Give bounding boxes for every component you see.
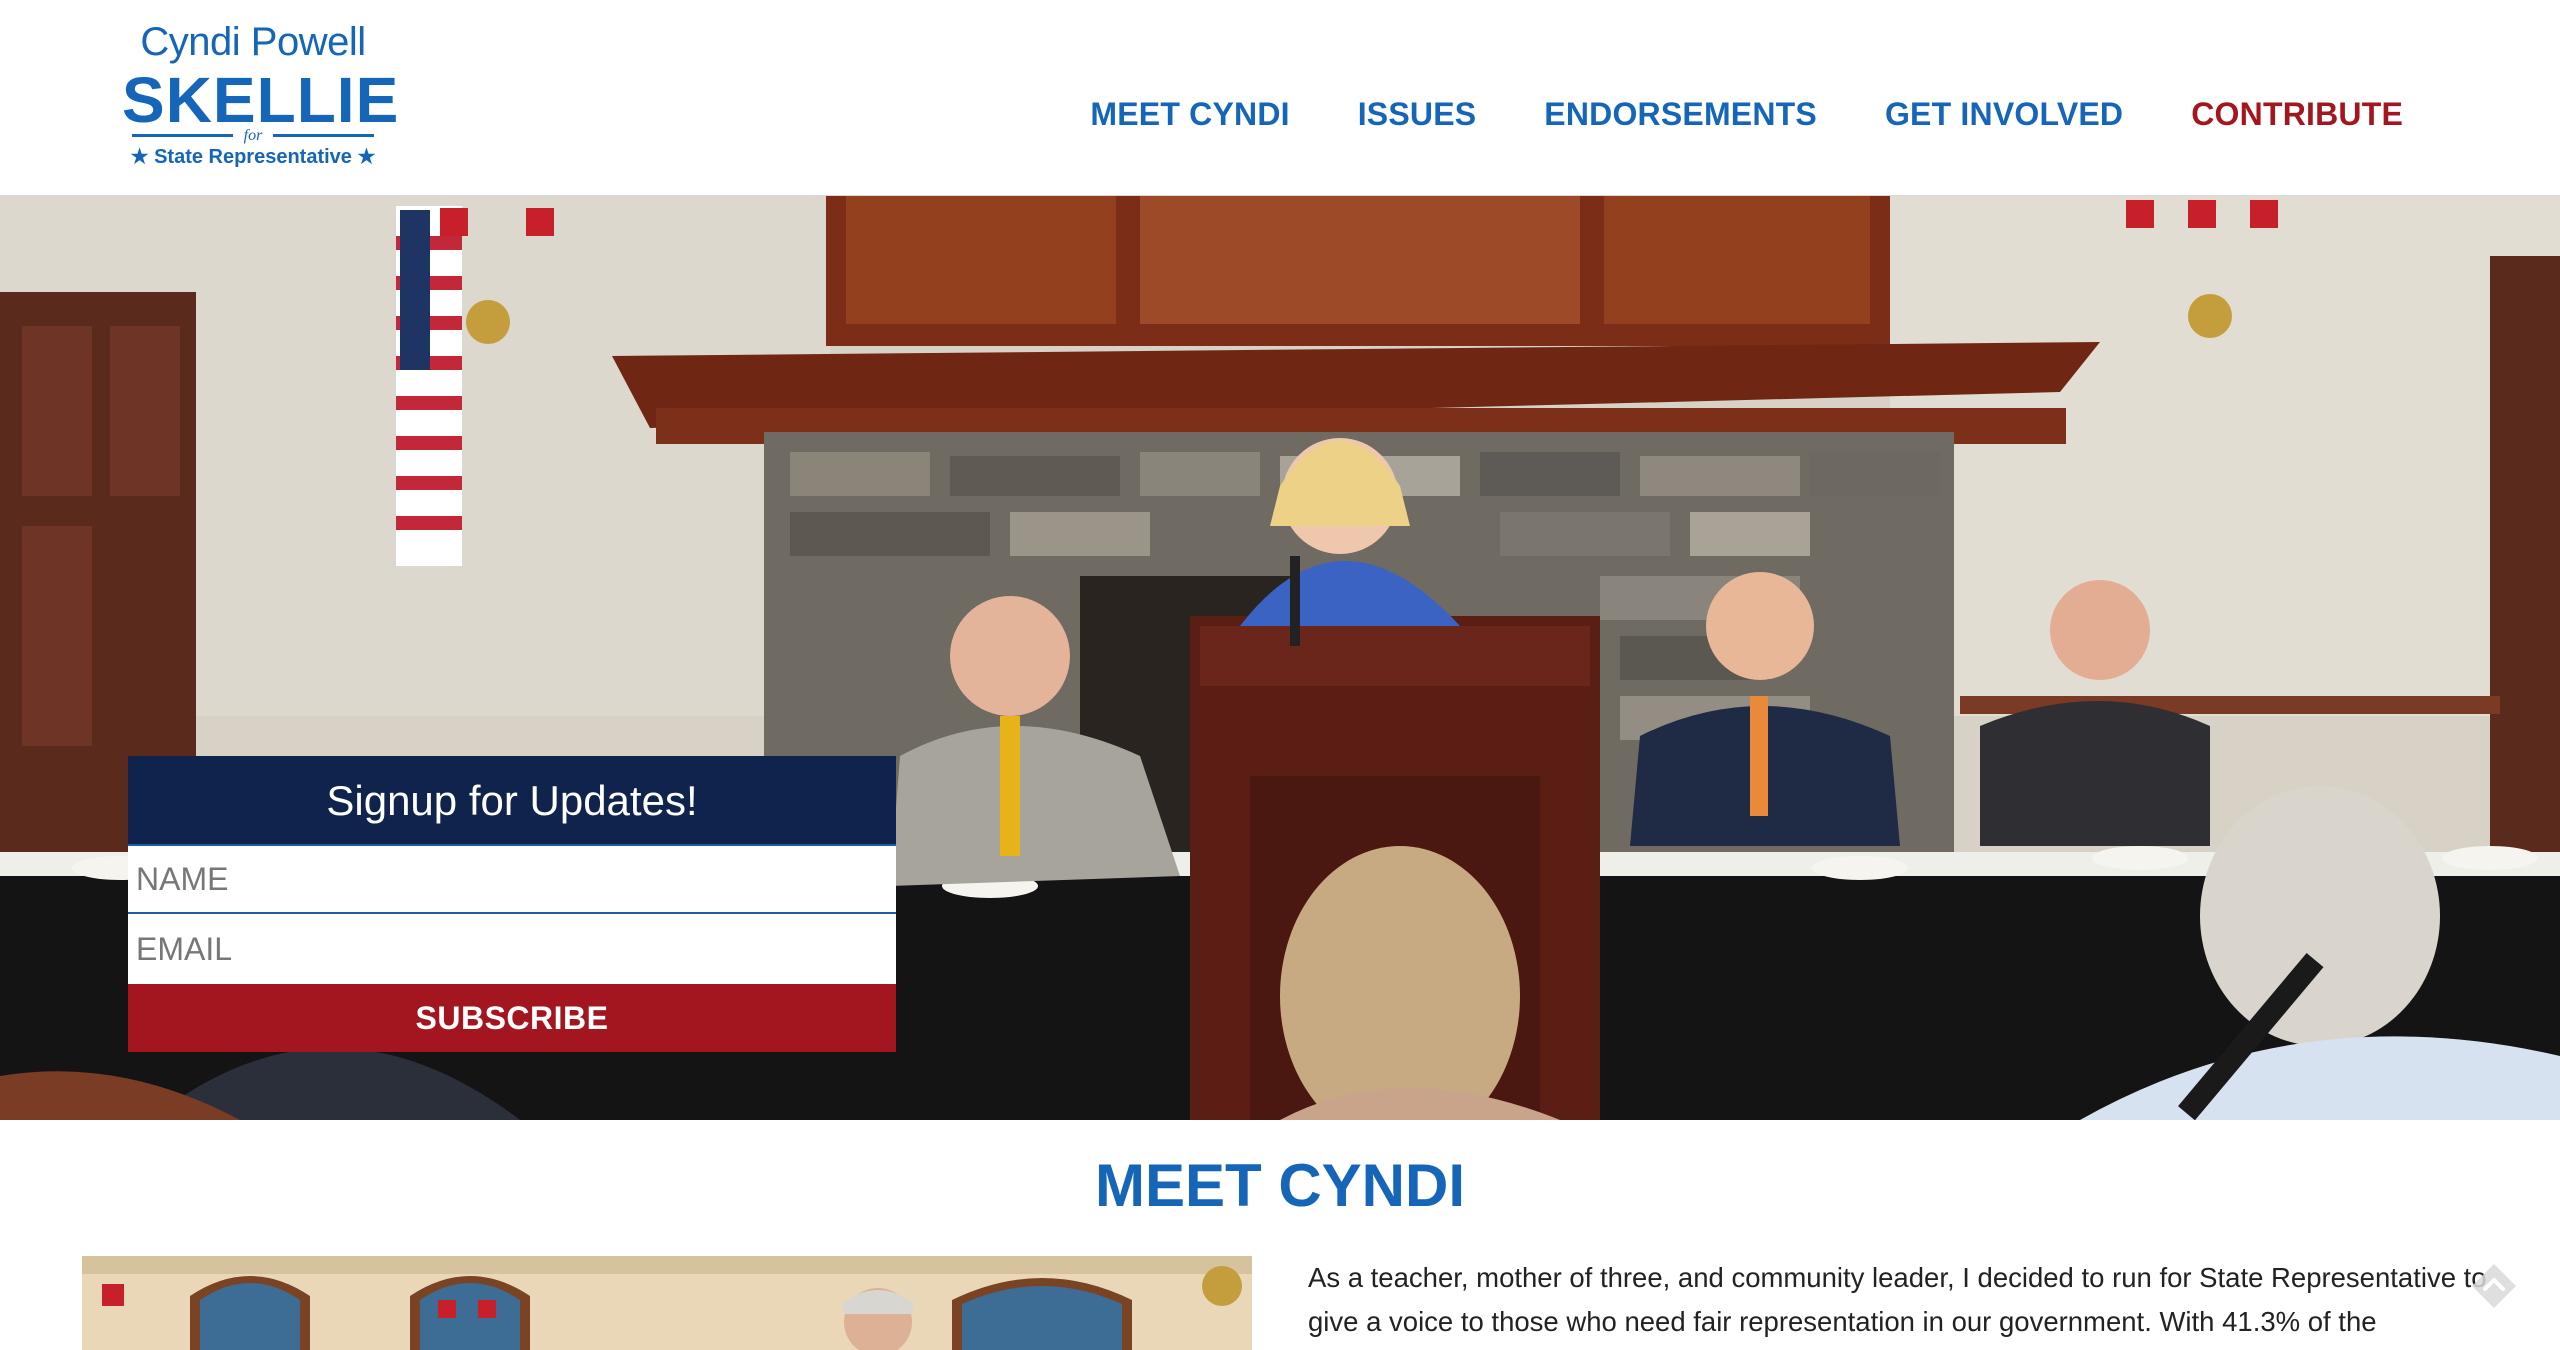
main-nav: MEET CYNDI ISSUES ENDORSEMENTS GET INVOL… [1022, 94, 2403, 134]
signup-title: Signup for Updates! [128, 756, 896, 846]
logo-for-text: for [233, 128, 273, 144]
logo-last-name: SKELLIE [122, 64, 400, 136]
logo-office: ★ State Representative ★ [130, 146, 376, 168]
name-input[interactable] [128, 846, 896, 914]
meet-photo-image [82, 1256, 1252, 1350]
nav-meet-cyndi[interactable]: MEET CYNDI [1090, 94, 1289, 134]
nav-contribute[interactable]: CONTRIBUTE [2191, 94, 2403, 134]
meet-cyndi-photo [82, 1256, 1252, 1350]
nav-issues[interactable]: ISSUES [1358, 94, 1477, 134]
hero-banner: Signup for Updates! SUBSCRIBE [0, 196, 2560, 1120]
meet-cyndi-text: As a teacher, mother of three, and commu… [1308, 1262, 2487, 1337]
signup-form: Signup for Updates! SUBSCRIBE [128, 756, 896, 1052]
site-header: Cyndi Powell SKELLIE for ★ State Represe… [0, 0, 2560, 196]
logo-first-name: Cyndi Powell [140, 20, 366, 64]
scroll-to-top-button[interactable] [2470, 1262, 2518, 1310]
site-logo[interactable]: Cyndi Powell SKELLIE for ★ State Represe… [122, 18, 400, 176]
meet-cyndi-heading: MEET CYNDI [1094, 1152, 1466, 1219]
nav-endorsements[interactable]: ENDORSEMENTS [1544, 94, 1817, 134]
nav-get-involved[interactable]: GET INVOLVED [1885, 94, 2123, 134]
chevron-up-icon [2472, 1264, 2516, 1308]
email-input[interactable] [128, 914, 896, 984]
subscribe-button[interactable]: SUBSCRIBE [128, 984, 896, 1052]
